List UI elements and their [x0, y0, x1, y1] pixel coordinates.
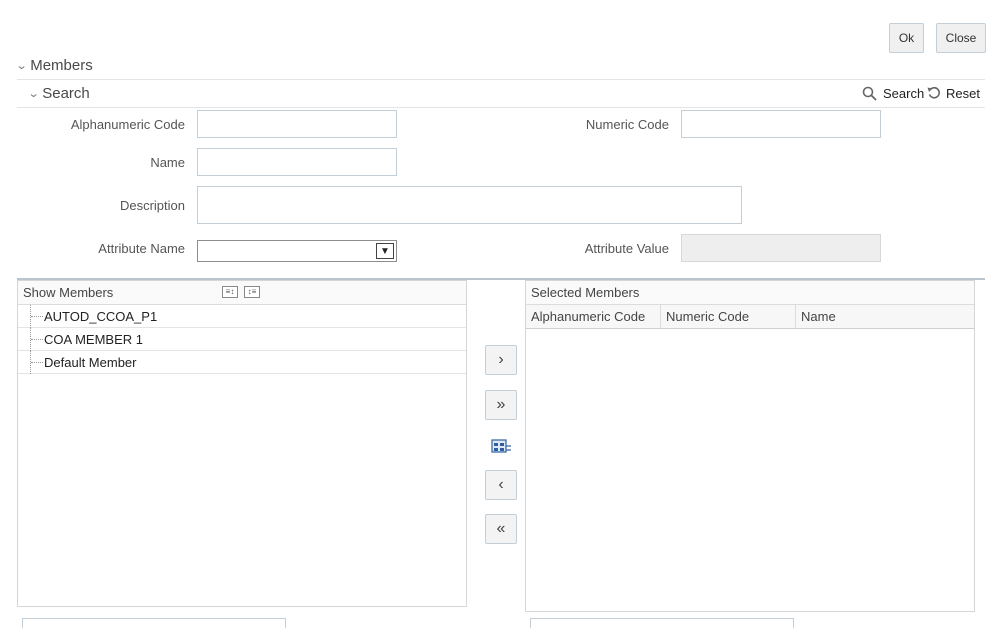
column-header-name[interactable]: Name	[796, 305, 974, 328]
chevron-down-icon: ⌄	[15, 60, 28, 72]
alphanumeric-code-field[interactable]	[197, 110, 397, 138]
move-right-button[interactable]: ›	[485, 345, 517, 375]
search-action-label: Search	[883, 85, 925, 101]
description-field[interactable]	[197, 186, 742, 224]
members-section-header[interactable]: ⌄ Members	[15, 52, 985, 80]
members-section-title: Members	[30, 57, 93, 74]
move-left-button[interactable]: ‹	[485, 470, 517, 500]
list-item-label: AUTOD_CCOA_P1	[44, 309, 158, 324]
search-section-header[interactable]: ⌄ Search	[17, 80, 985, 108]
column-header-numeric-code[interactable]: Numeric Code	[661, 305, 796, 328]
search-icon	[862, 86, 877, 101]
hierarchy-icon	[491, 439, 511, 453]
description-label: Description	[119, 198, 185, 213]
list-item-label: Default Member	[44, 355, 137, 370]
sort-descending-icon[interactable]: ↕≡	[244, 286, 260, 298]
search-action[interactable]: Search	[862, 84, 924, 102]
alphanumeric-code-label: Alphanumeric Code	[70, 117, 185, 132]
table-header: Alphanumeric Code Numeric Code Name	[526, 305, 974, 329]
double-chevron-left-icon: «	[496, 520, 506, 537]
attribute-value-field	[681, 234, 881, 262]
reset-action[interactable]: Reset	[927, 84, 980, 102]
show-members-panel: Show Members ≡↕ ↕≡ AUTOD_CCOA_P1 COA MEM…	[17, 280, 467, 607]
selected-members-header: Selected Members	[526, 281, 974, 305]
move-all-left-button[interactable]: «	[485, 514, 517, 544]
name-label: Name	[150, 155, 185, 170]
ok-button[interactable]: Ok	[889, 23, 924, 53]
list-item[interactable]: COA MEMBER 1	[18, 328, 466, 351]
selected-members-panel: Selected Members Alphanumeric Code Numer…	[525, 280, 975, 612]
chevron-down-icon: ▼	[376, 243, 394, 259]
search-section-title: Search	[42, 85, 90, 102]
bottom-right-field[interactable]	[530, 618, 794, 628]
list-item-label: COA MEMBER 1	[44, 332, 143, 347]
numeric-code-label: Numeric Code	[585, 117, 669, 132]
list-item[interactable]: AUTOD_CCOA_P1	[18, 305, 466, 328]
selected-members-title: Selected Members	[531, 285, 640, 300]
chevron-left-icon: ‹	[498, 476, 504, 493]
tree-connector	[30, 305, 43, 328]
chevron-down-icon: ⌄	[27, 88, 40, 100]
tree-connector	[30, 351, 43, 374]
column-header-alphanumeric-code[interactable]: Alphanumeric Code	[526, 305, 661, 328]
tree-connector	[30, 328, 43, 351]
hierarchy-button[interactable]	[490, 437, 512, 457]
name-field[interactable]	[197, 148, 397, 176]
attribute-value-label: Attribute Value	[584, 241, 669, 256]
chevron-right-icon: ›	[498, 351, 504, 368]
show-members-header: Show Members ≡↕ ↕≡	[18, 281, 466, 305]
attribute-name-select[interactable]: ▼	[197, 240, 397, 262]
close-button[interactable]: Close	[936, 23, 986, 53]
list-item[interactable]: Default Member	[18, 351, 466, 374]
reset-action-label: Reset	[946, 85, 980, 101]
attribute-name-label: Attribute Name	[98, 241, 185, 256]
move-all-right-button[interactable]: »	[485, 390, 517, 420]
numeric-code-field[interactable]	[681, 110, 881, 138]
double-chevron-right-icon: »	[496, 396, 506, 413]
show-members-title: Show Members	[23, 285, 114, 300]
sort-ascending-icon[interactable]: ≡↕	[222, 286, 238, 298]
reset-icon	[927, 86, 940, 99]
bottom-left-field[interactable]	[22, 618, 286, 628]
